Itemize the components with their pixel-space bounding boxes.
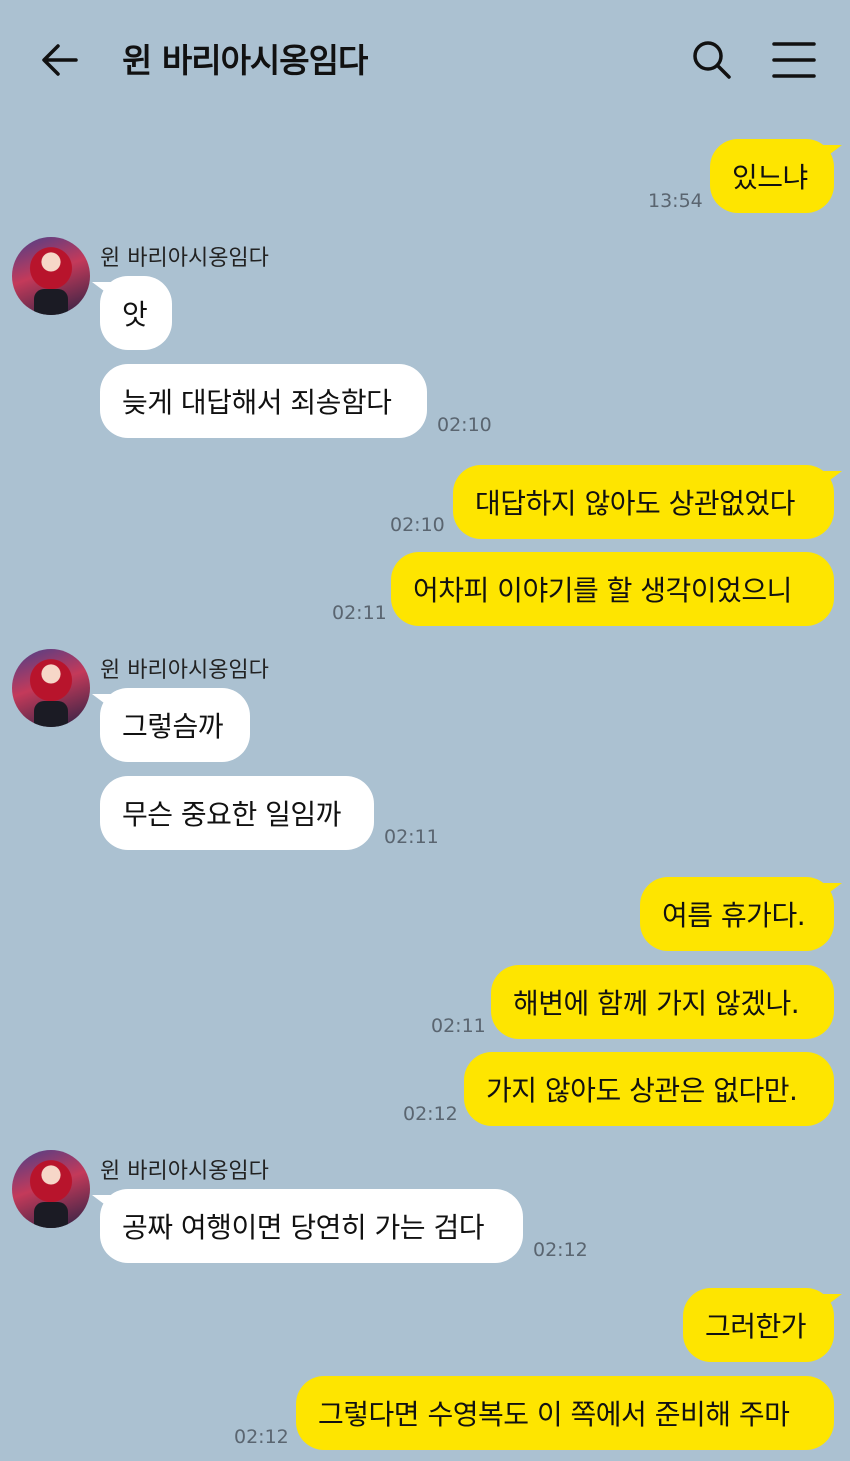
- chat-header: 윈 바리아시옹임다: [0, 0, 850, 118]
- message-text: 해변에 함께 가지 않겠나.: [513, 987, 800, 1020]
- sender-name: 윈 바리아시옹임다: [100, 246, 269, 271]
- search-button[interactable]: [688, 36, 736, 84]
- contact-avatar[interactable]: [12, 649, 90, 727]
- message-time: 13:54: [648, 190, 703, 212]
- message-text: 그러한가: [705, 1310, 807, 1343]
- message-time: 02:10: [437, 414, 492, 436]
- my-message-bubble[interactable]: 그렇다면 수영복도 이 쪽에서 준비해 주마: [296, 1376, 834, 1450]
- message-text: 공짜 여행이면 당연히 가는 검다: [122, 1211, 484, 1244]
- message-text: 여름 휴가다.: [662, 899, 806, 932]
- message-time: 02:12: [533, 1239, 588, 1261]
- contact-avatar[interactable]: [12, 237, 90, 315]
- search-icon: [693, 41, 731, 79]
- message-time: 02:12: [234, 1426, 289, 1448]
- message-text: 앗: [122, 298, 148, 331]
- their-message-bubble[interactable]: 무슨 중요한 일임까: [100, 776, 374, 850]
- message-text: 어차피 이야기를 할 생각이었으니: [413, 574, 792, 607]
- their-message-bubble[interactable]: 그렇슴까: [92, 688, 250, 762]
- their-message-bubble[interactable]: 앗: [92, 276, 172, 350]
- message-text: 가지 않아도 상관은 없다만.: [486, 1074, 798, 1107]
- message-time: 02:11: [431, 1015, 486, 1037]
- menu-button[interactable]: [768, 38, 820, 82]
- chat-title: 윈 바리아시옹임다: [122, 41, 368, 80]
- my-message-bubble[interactable]: 대답하지 않아도 상관없었다: [453, 465, 842, 539]
- back-button[interactable]: [36, 38, 84, 82]
- my-message-bubble[interactable]: 여름 휴가다.: [640, 877, 842, 951]
- my-message-bubble[interactable]: 어차피 이야기를 할 생각이었으니: [391, 552, 834, 626]
- message-time: 02:12: [403, 1103, 458, 1125]
- message-time: 02:10: [390, 514, 445, 536]
- arrow-left-icon: [42, 44, 78, 76]
- contact-avatar[interactable]: [12, 1150, 90, 1228]
- message-text: 무슨 중요한 일임까: [122, 798, 341, 831]
- message-time: 02:11: [384, 826, 439, 848]
- message-text: 그렇슴까: [122, 710, 224, 743]
- message-time: 02:11: [332, 602, 387, 624]
- message-text: 있느냐: [732, 161, 808, 194]
- hamburger-menu-icon: [772, 42, 816, 78]
- message-text: 늦게 대답해서 죄송함다: [122, 386, 392, 419]
- my-message-bubble[interactable]: 가지 않아도 상관은 없다만.: [464, 1052, 834, 1126]
- message-text: 그렇다면 수영복도 이 쪽에서 준비해 주마: [318, 1398, 790, 1431]
- sender-name: 윈 바리아시옹임다: [100, 658, 269, 683]
- their-message-bubble[interactable]: 늦게 대답해서 죄송함다: [100, 364, 427, 438]
- my-message-bubble[interactable]: 있느냐: [710, 139, 842, 213]
- my-message-bubble[interactable]: 그러한가: [683, 1288, 842, 1362]
- sender-name: 윈 바리아시옹임다: [100, 1159, 269, 1184]
- their-message-bubble[interactable]: 공짜 여행이면 당연히 가는 검다: [92, 1189, 523, 1263]
- my-message-bubble[interactable]: 해변에 함께 가지 않겠나.: [491, 965, 834, 1039]
- message-text: 대답하지 않아도 상관없었다: [475, 487, 795, 520]
